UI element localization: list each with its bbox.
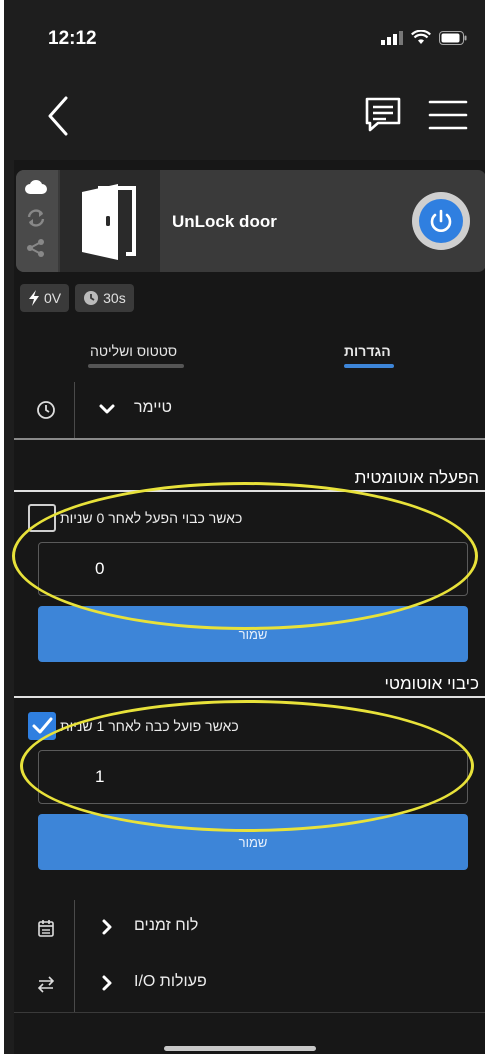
status-bar: 12:12 (4, 0, 485, 80)
auto-on-seconds-input[interactable] (39, 543, 467, 595)
schedule-row[interactable]: לוח זמנים (14, 900, 485, 956)
battery-icon (439, 30, 467, 45)
chat-icon[interactable] (362, 94, 404, 136)
back-arrow-icon[interactable] (40, 94, 80, 138)
tab-settings[interactable]: הגדרות (344, 343, 391, 359)
auto-on-title: הפעלה אוטומטית (354, 468, 479, 487)
chevron-right-icon (102, 975, 112, 991)
clock-outline-icon (37, 401, 55, 419)
main-content: UnLock door 0V 30s סטטוס ושליטה הגדרות ט… (12, 160, 485, 1054)
chevron-right-icon (102, 919, 112, 935)
power-button[interactable] (412, 192, 470, 250)
timer-chip: 30s (75, 284, 134, 312)
device-card: UnLock door (16, 170, 485, 272)
home-indicator (164, 1046, 316, 1051)
cellular-signal-icon (381, 30, 403, 45)
io-actions-label: I/O פעולות (134, 973, 207, 990)
bottom-divider (14, 1012, 485, 1013)
door-image (60, 170, 160, 272)
voltage-value: 0V (44, 290, 62, 306)
auto-off-save-button[interactable]: שמור (38, 814, 468, 870)
auto-on-title-line (14, 490, 485, 492)
status-time: 12:12 (48, 28, 97, 49)
share-icon[interactable] (25, 238, 47, 258)
auto-off-title: כיבוי אוטומטי (384, 674, 479, 693)
auto-off-checkbox[interactable] (28, 712, 56, 740)
power-icon (430, 209, 452, 232)
row-divider (74, 900, 75, 956)
clock-icon (84, 291, 99, 305)
tab-status-control-underline (88, 364, 184, 368)
status-chips: 0V 30s (20, 284, 134, 312)
timer-row[interactable]: טיימר (14, 382, 485, 438)
wifi-icon (411, 30, 431, 44)
row-divider (74, 382, 75, 438)
phone-screen: 12:12 UnLock door 0V 30s סטטוס ושליטה הג… (4, 0, 485, 1054)
auto-off-seconds-field[interactable] (38, 750, 468, 804)
door-icon (82, 184, 136, 260)
auto-on-checkbox[interactable] (28, 504, 56, 532)
chevron-down-icon (99, 404, 115, 414)
timer-divider (14, 438, 485, 440)
auto-on-checkbox-label: כאשר כבוי הפעל לאחר 0 שניות (60, 510, 243, 526)
io-actions-row[interactable]: I/O פעולות (14, 956, 485, 1012)
auto-off-checkbox-label: כאשר פועל כבה לאחר 1 שניות (60, 718, 239, 734)
row-divider (74, 956, 75, 1012)
sync-icon[interactable] (25, 208, 47, 228)
timer-value: 30s (103, 290, 126, 306)
power-button-core[interactable] (419, 199, 463, 243)
device-name: UnLock door (172, 212, 277, 231)
nav-bar (4, 80, 485, 160)
voltage-chip: 0V (20, 284, 70, 312)
hamburger-menu-icon[interactable] (428, 98, 468, 132)
schedule-label: לוח זמנים (134, 917, 199, 934)
swap-arrows-icon (37, 976, 55, 993)
timer-label: טיימר (134, 399, 172, 416)
checkmark-icon (32, 717, 53, 734)
lightning-icon (29, 290, 39, 306)
auto-on-save-button[interactable]: שמור (38, 606, 468, 662)
tab-settings-underline (344, 364, 394, 368)
tab-status-control[interactable]: סטטוס ושליטה (90, 343, 177, 359)
auto-on-seconds-field[interactable] (38, 542, 468, 596)
auto-off-title-line (14, 696, 485, 698)
calendar-icon (38, 920, 54, 937)
status-icons (381, 30, 467, 45)
device-side-actions (16, 170, 58, 272)
cloud-icon[interactable] (25, 178, 47, 196)
auto-off-seconds-input[interactable] (39, 751, 467, 803)
